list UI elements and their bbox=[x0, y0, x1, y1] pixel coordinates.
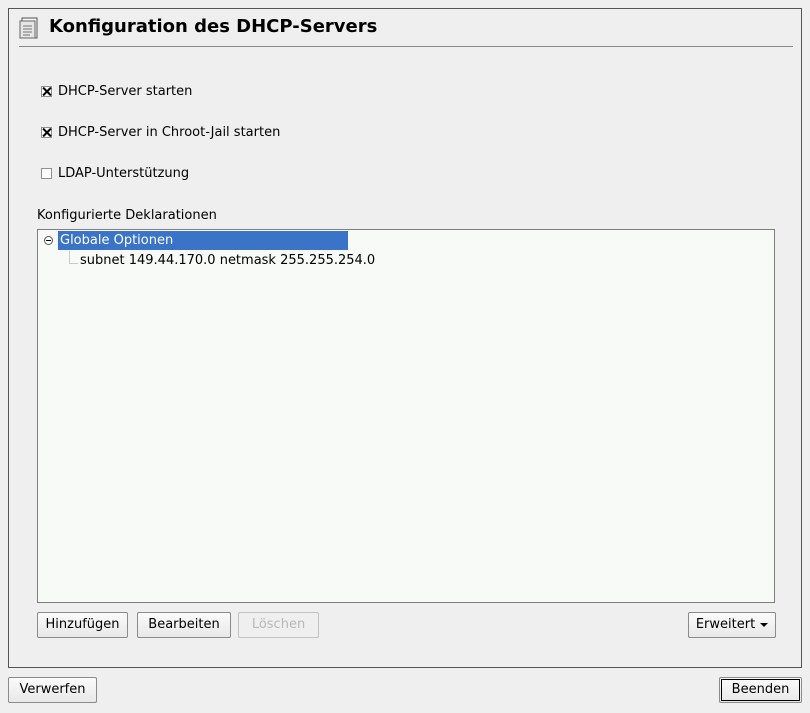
ldap-support-checkbox[interactable] bbox=[41, 167, 52, 179]
ldap-support-label: LDAP-Unterstützung bbox=[58, 165, 190, 181]
tree-item-global-options[interactable]: Globale Optionen bbox=[58, 231, 348, 250]
delete-button[interactable]: Löschen bbox=[238, 612, 319, 638]
option-ldap-support[interactable]: LDAP-Unterstützung bbox=[41, 165, 189, 181]
add-button[interactable]: Hinzufügen bbox=[37, 612, 128, 638]
declarations-tree[interactable]: Globale Optionen subnet 149.44.170.0 net… bbox=[37, 229, 775, 603]
tree-item-subnet[interactable]: subnet 149.44.170.0 netmask 255.255.254.… bbox=[80, 251, 375, 270]
start-dhcp-label: DHCP-Server starten bbox=[58, 83, 193, 99]
document-list-icon bbox=[19, 17, 38, 39]
dhcp-config-panel: Konfiguration des DHCP-Servers DHCP-Serv… bbox=[8, 8, 802, 668]
tree-item-label: Globale Optionen bbox=[60, 233, 174, 248]
start-dhcp-checkbox[interactable] bbox=[41, 85, 52, 97]
discard-button[interactable]: Verwerfen bbox=[8, 677, 97, 703]
chroot-jail-label: DHCP-Server in Chroot-Jail starten bbox=[58, 124, 281, 140]
option-start-dhcp[interactable]: DHCP-Server starten bbox=[41, 83, 192, 99]
chroot-jail-checkbox[interactable] bbox=[41, 126, 52, 138]
advanced-button-label: Erweitert bbox=[695, 617, 756, 632]
declarations-label: Konfigurierte Deklarationen bbox=[37, 208, 217, 223]
collapse-icon[interactable] bbox=[44, 236, 53, 245]
dropdown-arrow-icon bbox=[760, 622, 769, 627]
finish-button[interactable]: Beenden bbox=[719, 677, 802, 703]
tree-connector bbox=[69, 263, 78, 264]
edit-button[interactable]: Bearbeiten bbox=[137, 612, 231, 638]
advanced-menu-button[interactable]: Erweitert bbox=[688, 612, 776, 638]
page-title: Konfiguration des DHCP-Servers bbox=[49, 16, 378, 37]
option-chroot-jail[interactable]: DHCP-Server in Chroot-Jail starten bbox=[41, 124, 280, 140]
tree-item-label: subnet 149.44.170.0 netmask 255.255.254.… bbox=[80, 253, 376, 268]
title-divider bbox=[19, 46, 793, 47]
